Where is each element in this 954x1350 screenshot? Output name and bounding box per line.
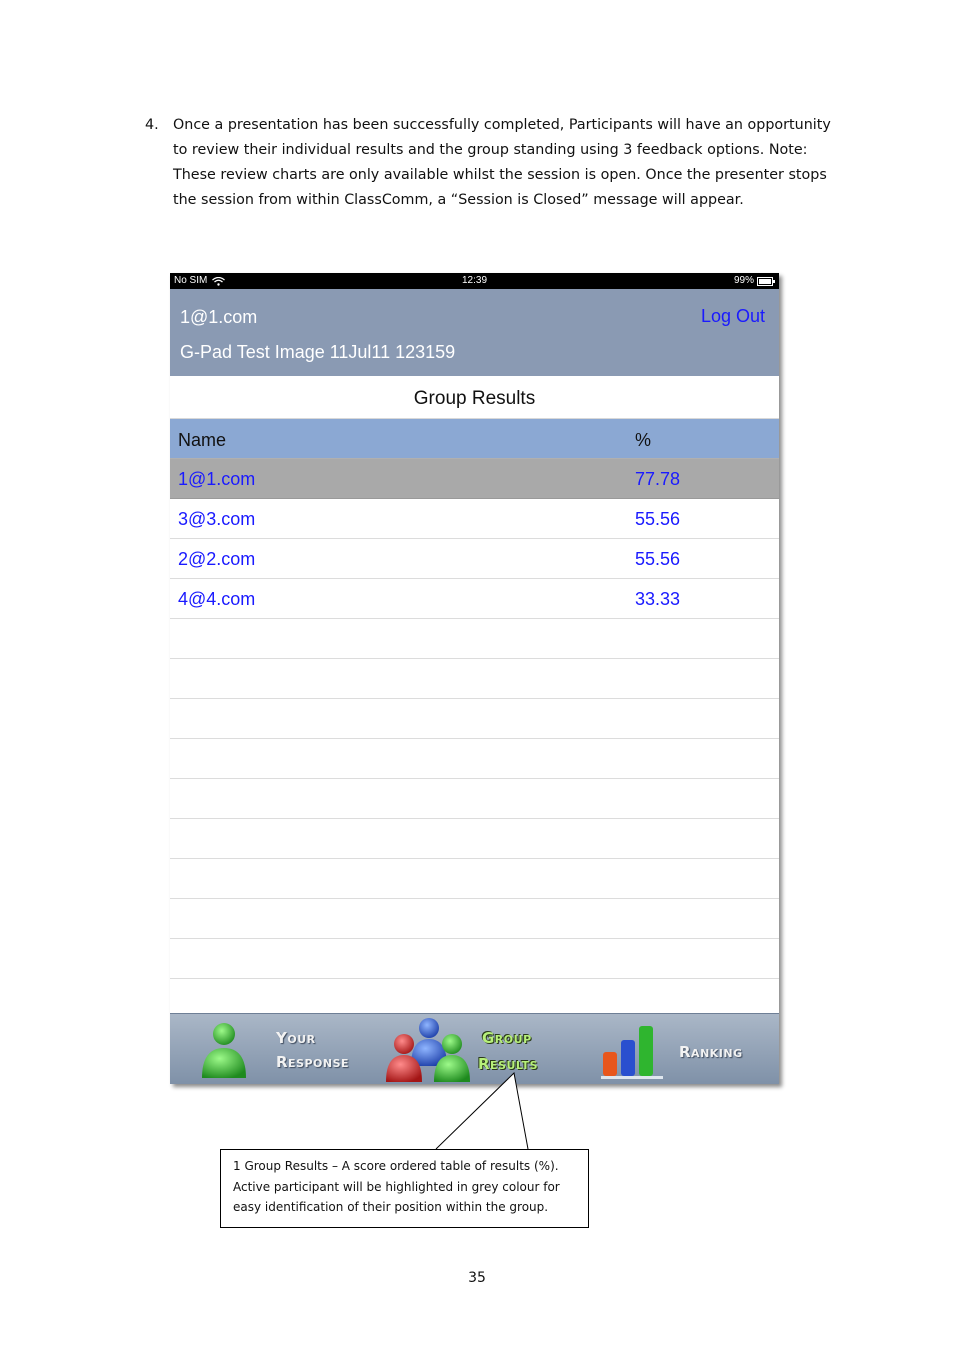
tab-group-results[interactable]: Group Results <box>380 1014 570 1084</box>
battery-icon <box>757 276 775 286</box>
table-row-active[interactable]: 1@1.com 77.78 <box>170 459 779 499</box>
row-name: 1@1.com <box>178 469 256 489</box>
row-percent: 55.56 <box>635 549 681 569</box>
status-bar: No SIM 12:39 99% <box>170 273 779 289</box>
column-name: Name <box>178 430 227 450</box>
tab-label-line2: Results <box>478 1055 539 1073</box>
column-percent: % <box>635 430 652 450</box>
table-row[interactable]: 2@2.com 55.56 <box>170 539 779 579</box>
app-header: 1@1.com G-Pad Test Image 11Jul11 123159 … <box>170 289 779 376</box>
empty-row <box>170 819 779 859</box>
tab-your-response[interactable]: Your Response <box>190 1014 370 1084</box>
session-name: G-Pad Test Image 11Jul11 123159 <box>180 342 456 362</box>
user-email: 1@1.com <box>180 307 258 327</box>
empty-row <box>170 779 779 819</box>
tab-ranking[interactable]: Ranking <box>595 1014 775 1084</box>
status-time: 12:39 <box>461 275 488 286</box>
table-header: Name % <box>170 419 779 459</box>
row-name: 3@3.com <box>178 509 256 529</box>
empty-row <box>170 699 779 739</box>
step-number: 4. <box>145 117 159 133</box>
tab-label-line1: Group <box>482 1029 532 1047</box>
empty-row <box>170 739 779 779</box>
empty-row <box>170 659 779 699</box>
row-percent: 55.56 <box>635 509 681 529</box>
empty-row <box>170 899 779 939</box>
page-number: 35 <box>468 1270 486 1286</box>
callout-caption: 1 Group Results – A score ordered table … <box>220 1149 589 1228</box>
tab-bar: Your Response Group Results Ranking <box>170 1013 779 1084</box>
row-name: 4@4.com <box>178 589 256 609</box>
table-row[interactable]: 3@3.com 55.56 <box>170 499 779 539</box>
row-percent: 33.33 <box>635 589 681 609</box>
logout-button[interactable]: Log Out <box>701 306 765 327</box>
group-icon <box>386 1018 470 1082</box>
row-name: 2@2.com <box>178 549 256 569</box>
table-row[interactable]: 4@4.com 33.33 <box>170 579 779 619</box>
empty-row <box>170 859 779 899</box>
row-percent: 77.78 <box>635 469 681 489</box>
results-table: 1@1.com 77.78 3@3.com 55.56 2@2.com 55.5… <box>170 459 779 1019</box>
empty-row <box>170 939 779 979</box>
empty-row <box>170 619 779 659</box>
person-icon <box>202 1023 246 1078</box>
ipad-screenshot: No SIM 12:39 99% 1@1.com G-Pad Test Imag… <box>170 273 779 1084</box>
instruction-step: 4. Once a presentation has been successf… <box>145 113 835 213</box>
tab-label-line2: Response <box>276 1053 350 1071</box>
step-paragraph: Once a presentation has been successfull… <box>173 117 831 208</box>
tab-label-line1: Your <box>276 1029 316 1047</box>
battery-percent: 99% <box>733 275 754 286</box>
bar-chart-icon <box>601 1026 663 1079</box>
table-title: Group Results <box>170 376 779 419</box>
tab-label: Ranking <box>679 1043 743 1061</box>
